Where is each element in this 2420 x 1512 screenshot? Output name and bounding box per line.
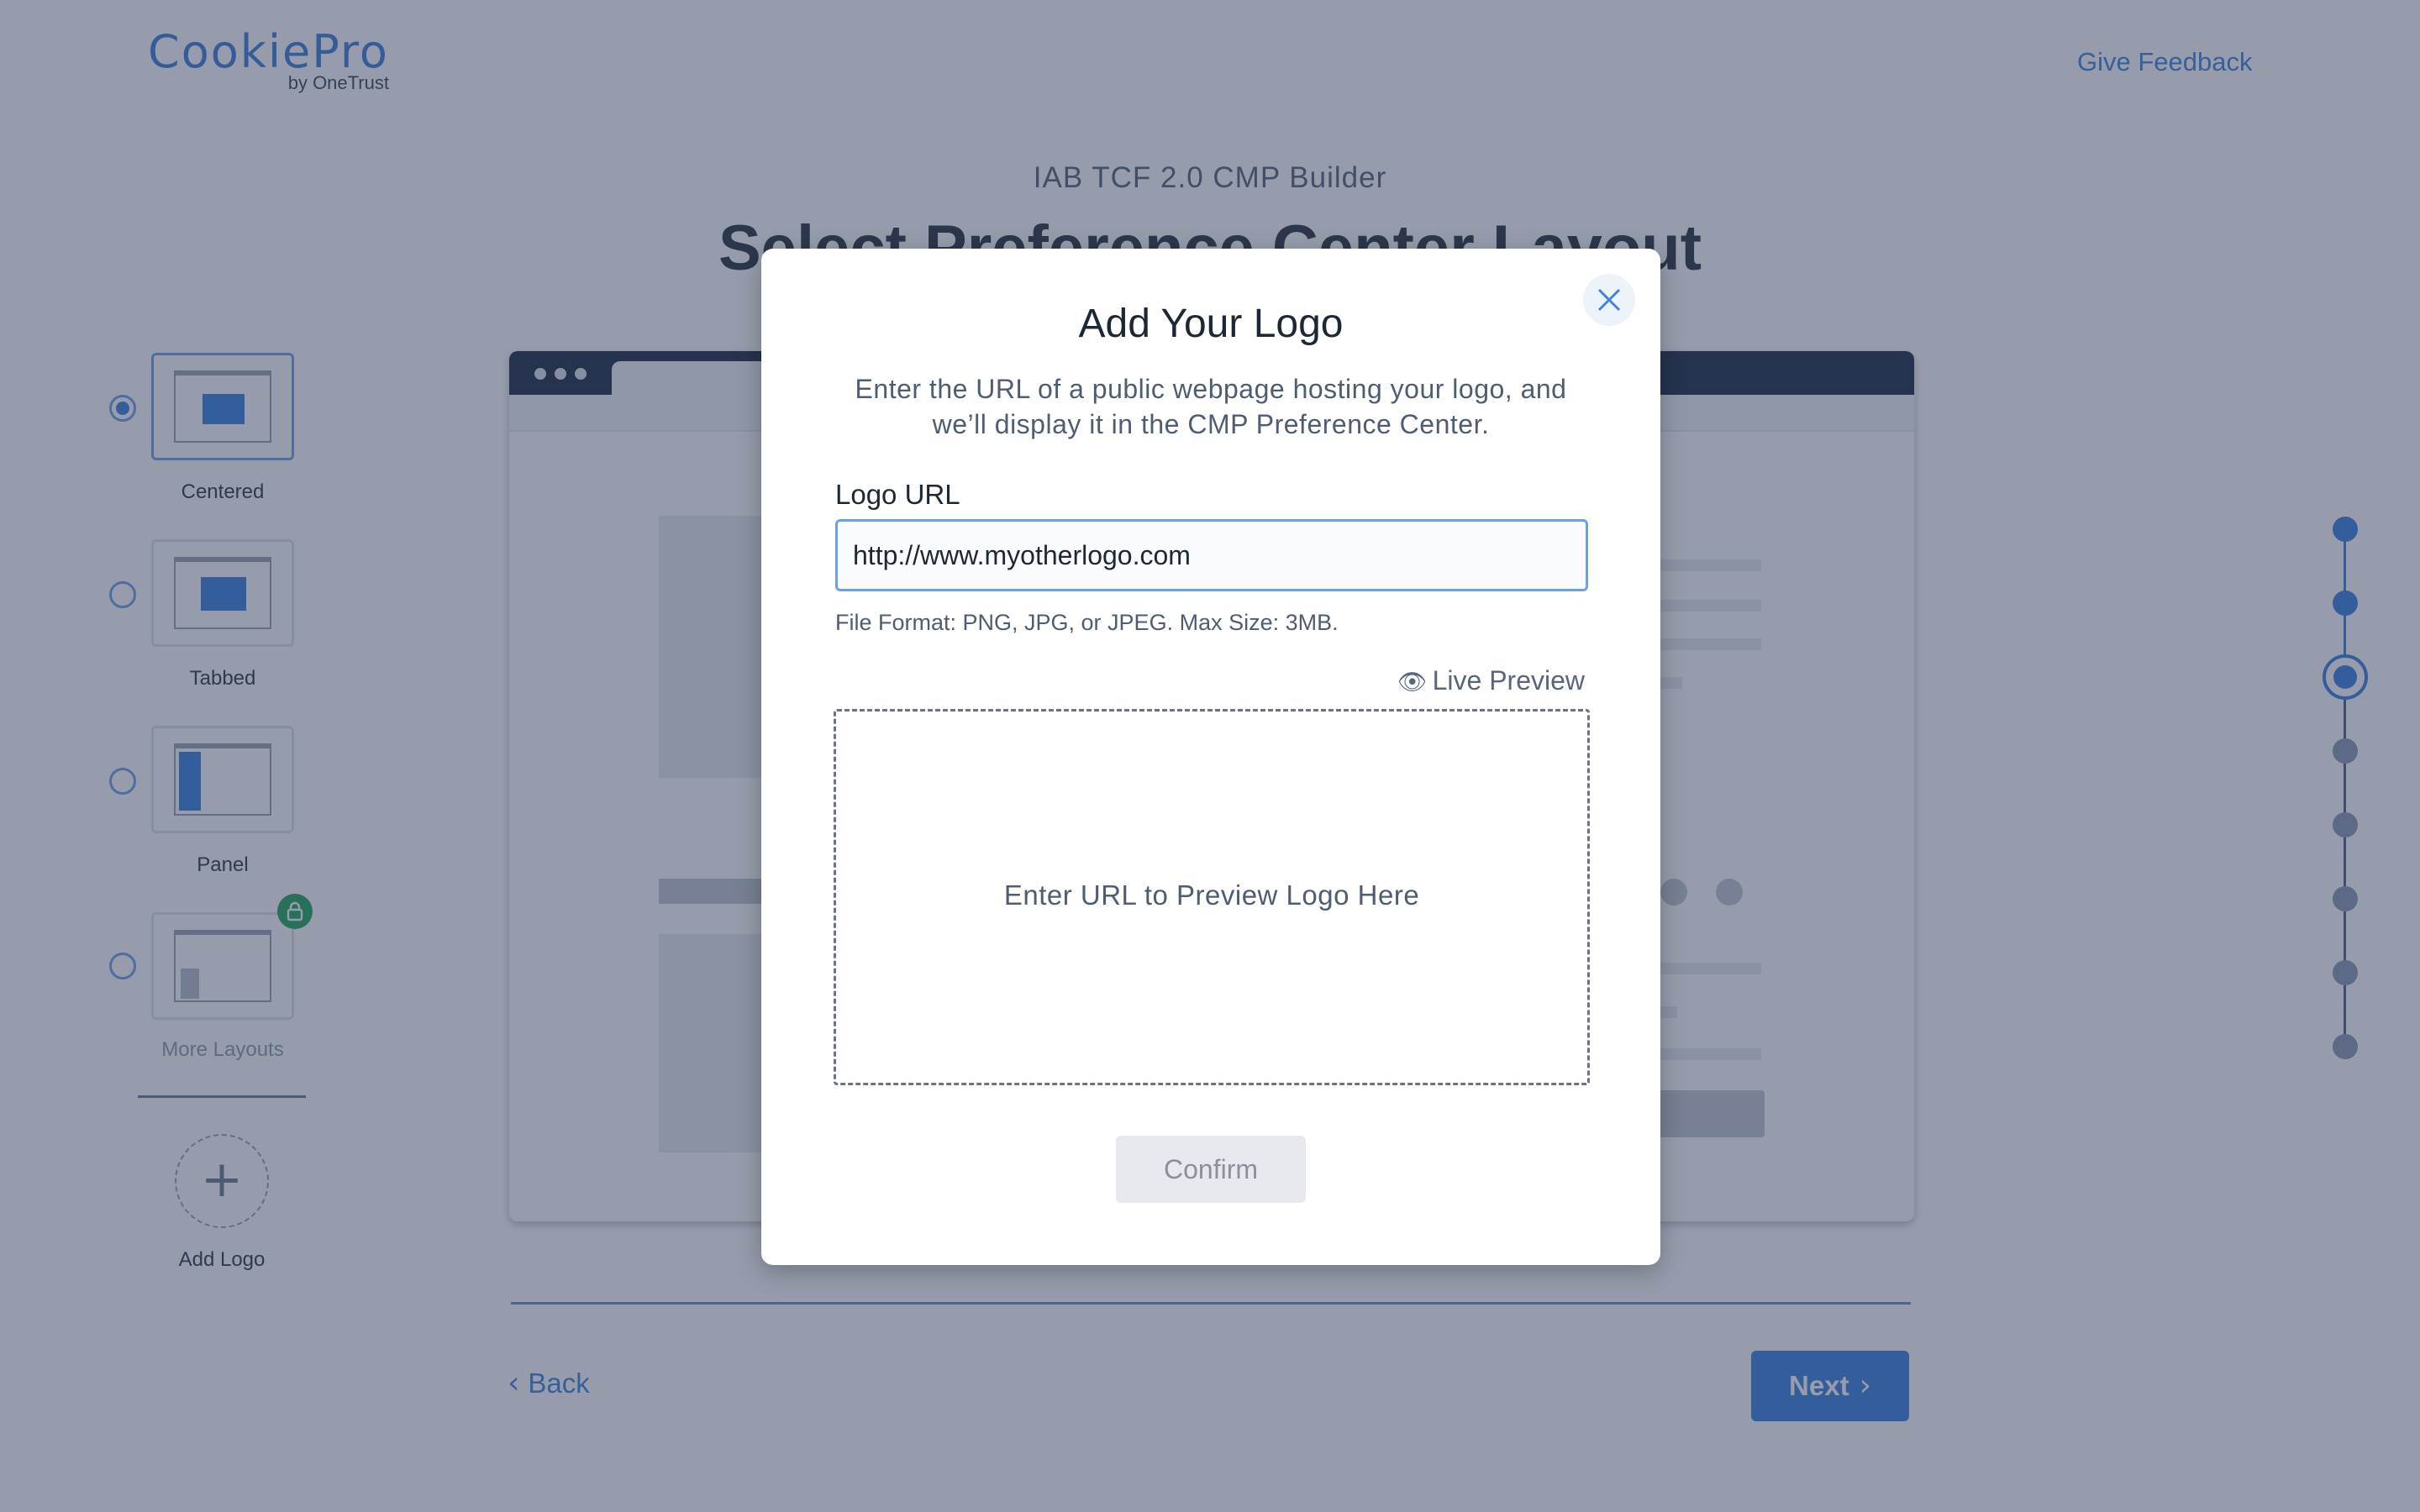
add-logo-modal: Add Your Logo Enter the URL of a public …	[761, 249, 1660, 1265]
eye-icon: 👁	[1397, 668, 1428, 696]
file-format-help: File Format: PNG, JPG, or JPEG. Max Size…	[835, 610, 1339, 635]
modal-title: Add Your Logo	[1078, 302, 1344, 346]
live-preview-label: 👁 Live Preview	[1397, 665, 1585, 696]
logo-preview-area: Enter URL to Preview Logo Here	[834, 709, 1590, 1085]
live-preview-text: Live Preview	[1432, 665, 1585, 696]
preview-placeholder: Enter URL to Preview Logo Here	[1003, 879, 1420, 911]
modal-description: Enter the URL of a public webpage hostin…	[855, 374, 1567, 439]
logo-url-input[interactable]	[835, 519, 1588, 591]
confirm-button[interactable]: Confirm	[1116, 1136, 1306, 1203]
logo-url-label: Logo URL	[835, 479, 960, 510]
